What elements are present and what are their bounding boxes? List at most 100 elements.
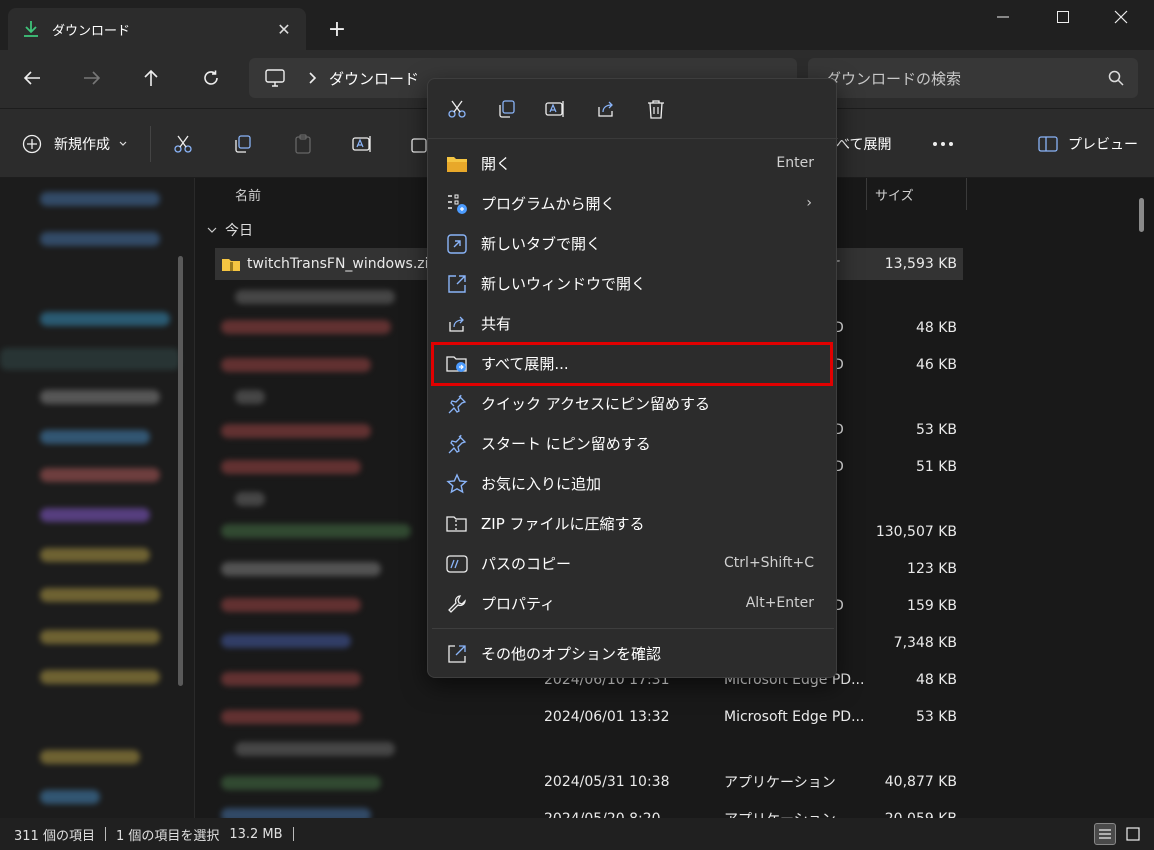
sidebar-item[interactable] (40, 312, 170, 326)
trash-icon (648, 100, 664, 119)
sidebar-item[interactable] (40, 750, 140, 764)
ctx-open-new-tab[interactable]: 新しいタブで開く (432, 224, 834, 262)
preview-button[interactable]: プレビュー (1038, 129, 1138, 159)
ctx-compress-zip[interactable]: ZIP ファイルに圧縮する (432, 504, 834, 542)
sidebar-scrollbar[interactable] (178, 256, 183, 686)
blurred-file-name (235, 492, 265, 506)
new-tab-button[interactable]: + (322, 14, 352, 44)
ctx-pin-start[interactable]: スタート にピン留めする (432, 424, 834, 462)
more-button[interactable] (930, 129, 956, 159)
group-header-today[interactable]: 今日 (207, 220, 253, 240)
wrench-icon (446, 593, 468, 615)
refresh-icon (204, 70, 218, 85)
tab-title: ダウンロード (52, 23, 131, 39)
ctx-open-with[interactable]: プログラムから開く › (432, 184, 834, 222)
blurred-file-name (235, 742, 395, 756)
table-row[interactable]: 2024/06/01 13:32 Microsoft Edge PD... 53… (215, 701, 963, 733)
ctx-label: スタート にピン留めする (481, 434, 651, 453)
up-button[interactable] (133, 62, 169, 94)
ctx-share[interactable]: 共有 (432, 304, 834, 342)
file-size: 48 KB (915, 672, 957, 688)
sidebar-item[interactable] (40, 232, 160, 246)
sidebar-item[interactable] (40, 670, 160, 684)
ctx-cut-button[interactable] (443, 95, 471, 123)
tab-downloads[interactable]: ダウンロード ✕ (8, 8, 306, 50)
ctx-label: 開く (481, 154, 512, 173)
extract-all-label: べて展開 (836, 137, 892, 153)
column-separator[interactable] (966, 178, 967, 210)
details-view-button[interactable] (1094, 823, 1116, 845)
ctx-pin-quick-access[interactable]: クイック アクセスにピン留めする (432, 384, 834, 422)
sidebar-item[interactable] (40, 390, 160, 404)
ctx-open[interactable]: 開く Enter (432, 144, 834, 182)
sidebar-item[interactable] (40, 192, 160, 206)
chevron-right-icon: › (806, 195, 812, 211)
sidebar-item[interactable] (40, 468, 160, 482)
ctx-copy-path[interactable]: パスのコピー Ctrl+Shift+C (432, 544, 834, 582)
sidebar-item[interactable] (40, 508, 150, 522)
toolbar-divider (150, 126, 151, 162)
column-separator[interactable] (866, 178, 867, 210)
maximize-button[interactable] (1035, 0, 1091, 34)
tiles-view-button[interactable] (1122, 823, 1144, 845)
file-size: 13,593 KB (884, 256, 957, 272)
download-icon (24, 21, 38, 37)
new-button[interactable]: 新規作成 (22, 129, 128, 159)
back-button[interactable] (14, 62, 50, 94)
plus-circle-icon (22, 134, 42, 154)
rename-icon (545, 101, 564, 117)
context-menu: 開く Enter プログラムから開く › 新しいタブで開く 新しいウィンドウで開… (427, 78, 838, 678)
ctx-more-options[interactable]: その他のオプションを確認 (432, 634, 834, 672)
table-row[interactable]: 2024/05/20 8:20 アプリケーション 20,059 KB (215, 803, 963, 818)
tab-close-icon[interactable]: ✕ (272, 17, 296, 41)
address-text[interactable]: ダウンロード (329, 68, 419, 89)
more-options-icon (446, 643, 468, 665)
file-size: 46 KB (915, 357, 957, 373)
extract-all-button[interactable]: べて展開 (836, 129, 891, 159)
arrow-right-icon (84, 71, 101, 85)
file-name-cell: twitchTransFN_windows.zip (221, 248, 437, 280)
search-input[interactable]: ダウンロードの検索 (808, 58, 1138, 98)
rename-button[interactable] (350, 129, 376, 159)
file-size: 130,507 KB (875, 524, 957, 540)
table-row[interactable]: 2024/05/31 10:38 アプリケーション 40,877 KB (215, 766, 963, 798)
folder-open-icon (446, 153, 468, 175)
search-placeholder: ダウンロードの検索 (826, 69, 962, 88)
ctx-properties[interactable]: プロパティ Alt+Enter (432, 584, 834, 622)
ctx-label: 共有 (481, 314, 512, 333)
more-dots-icon (933, 142, 953, 146)
scissors-icon (174, 135, 192, 153)
details-view-icon (1099, 829, 1111, 839)
ctx-open-new-window[interactable]: 新しいウィンドウで開く (432, 264, 834, 302)
copy-button[interactable] (230, 129, 256, 159)
ctx-copy-button[interactable] (493, 95, 521, 123)
ctx-delete-button[interactable] (642, 95, 670, 123)
minimize-button[interactable] (975, 0, 1031, 34)
sidebar-item[interactable] (40, 630, 160, 644)
sidebar-item[interactable] (40, 548, 150, 562)
navigation-pane[interactable] (0, 178, 194, 818)
cut-button[interactable] (170, 129, 196, 159)
sidebar-item[interactable] (40, 790, 100, 804)
highlight-annotation (431, 342, 833, 386)
rename-icon (352, 136, 371, 152)
sidebar-item[interactable] (40, 430, 150, 444)
refresh-button[interactable] (193, 62, 229, 94)
file-size: 123 KB (907, 561, 957, 577)
copy-path-icon (446, 553, 468, 575)
ctx-rename-button[interactable] (542, 95, 570, 123)
share-icon (446, 313, 468, 335)
ctx-share-button[interactable] (592, 95, 620, 123)
column-header-name[interactable]: 名前 (235, 178, 261, 210)
column-header-size[interactable]: サイズ (875, 178, 914, 210)
sidebar-item[interactable] (40, 588, 160, 602)
title-bar: ダウンロード ✕ + (0, 0, 1154, 50)
file-list-scrollbar[interactable] (1139, 198, 1144, 232)
sidebar-item[interactable] (0, 348, 180, 370)
status-bar: 311 個の項目 1 個の項目を選択 13.2 MB (0, 818, 1154, 850)
close-button[interactable] (1093, 0, 1149, 34)
blurred-file-name (235, 390, 265, 404)
forward-button[interactable] (74, 62, 110, 94)
ctx-add-favorites[interactable]: お気に入りに追加 (432, 464, 834, 502)
paste-button[interactable] (290, 129, 316, 159)
